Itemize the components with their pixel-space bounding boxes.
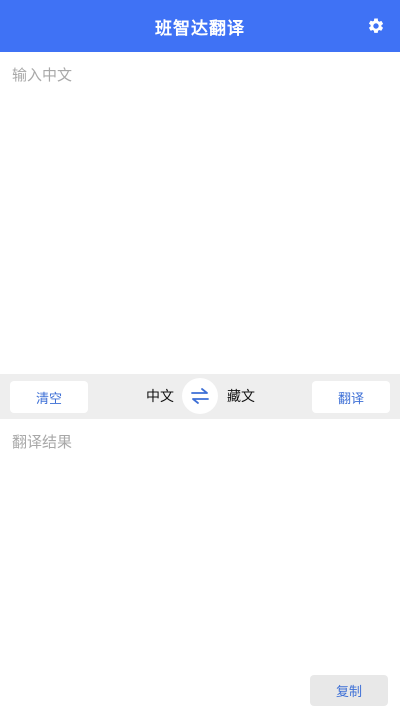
settings-button[interactable] <box>365 15 387 37</box>
app-title: 班智达翻译 <box>155 18 245 39</box>
chinese-input[interactable] <box>0 52 400 374</box>
language-toolbar: 清空 中文 藏文 翻译 <box>0 374 400 419</box>
clear-button[interactable]: 清空 <box>10 381 88 413</box>
result-panel <box>0 419 400 669</box>
app-header: 班智达翻译 <box>0 0 400 52</box>
translate-button[interactable]: 翻译 <box>312 381 390 413</box>
input-panel <box>0 52 400 374</box>
translation-result[interactable] <box>0 419 400 669</box>
gear-icon <box>368 18 384 33</box>
copy-button[interactable]: 复制 <box>310 675 388 706</box>
swap-language-button[interactable] <box>182 378 218 414</box>
target-language: 藏文 <box>227 389 255 405</box>
swap-arrows-icon <box>191 388 209 404</box>
source-language: 中文 <box>146 389 174 405</box>
